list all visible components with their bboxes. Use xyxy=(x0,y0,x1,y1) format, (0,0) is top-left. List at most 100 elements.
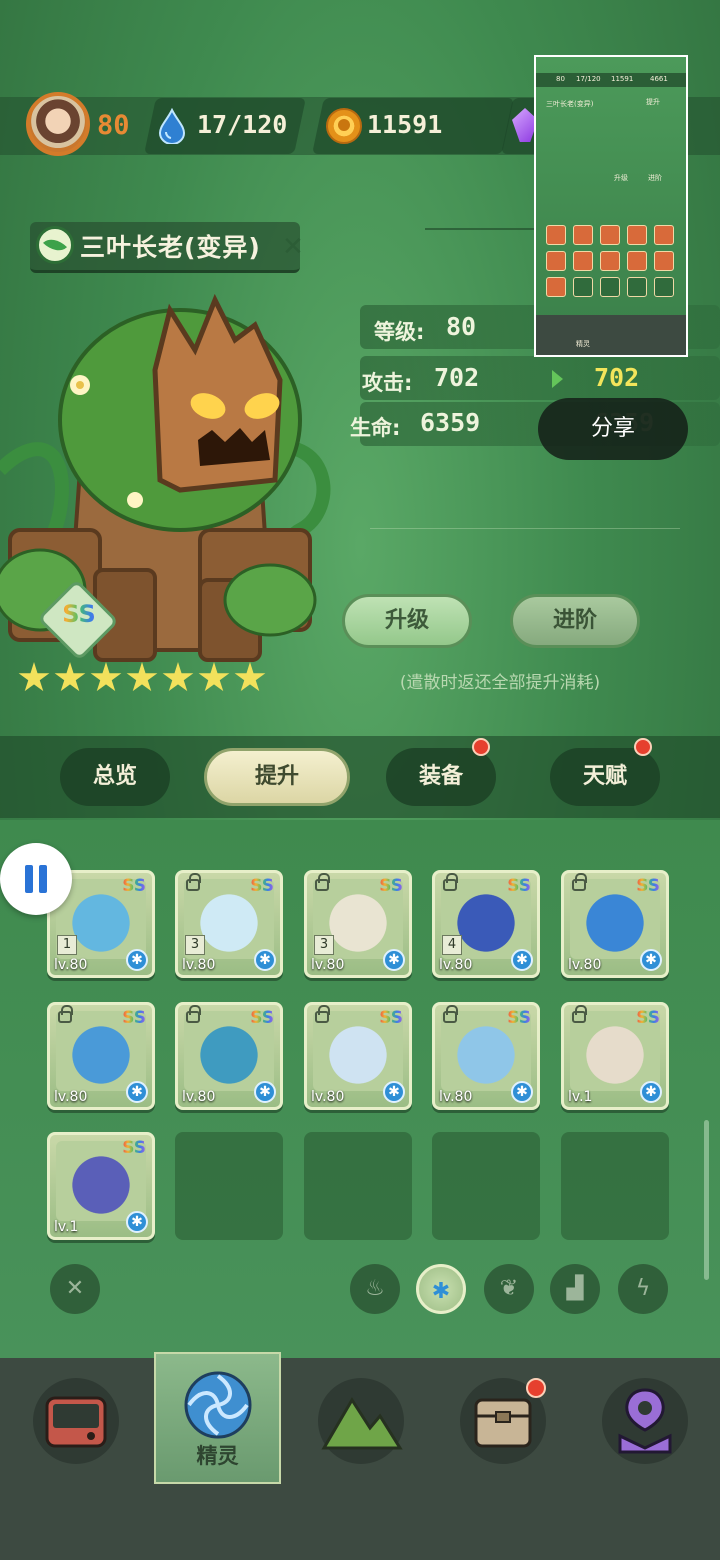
card-level: lv.80 xyxy=(439,1089,473,1105)
nav-device[interactable] xyxy=(33,1378,119,1464)
snowflake-icon: ✱ xyxy=(126,1211,148,1233)
decor-line xyxy=(425,228,545,240)
card-level: lv.80 xyxy=(54,957,88,973)
card-count: 3 xyxy=(314,935,334,955)
preview-nav-label: 精灵 xyxy=(576,340,590,348)
card-rarity: SS xyxy=(122,876,146,896)
advance-button[interactable]: 进阶 xyxy=(510,594,640,648)
snowflake-icon: ✱ xyxy=(126,949,148,971)
tab-equipment[interactable]: 装备 xyxy=(386,748,496,806)
creature-name: 三叶长老(变异) xyxy=(80,233,261,262)
screenshot-preview[interactable]: 80 17/120 11591 4661 三叶长老(变异) 提升 升级 进阶 精… xyxy=(534,55,688,357)
snowflake-icon: ✱ xyxy=(126,1081,148,1103)
snowflake-icon: ✱ xyxy=(254,949,276,971)
nav-spirit[interactable] xyxy=(175,1362,261,1448)
map-pin-icon xyxy=(618,1388,672,1454)
leaf-icon: ❦ xyxy=(499,1276,519,1301)
card-level: lv.80 xyxy=(54,1089,88,1105)
tab-upgrade[interactable]: 提升 xyxy=(204,748,350,806)
card-level: lv.1 xyxy=(54,1219,79,1235)
tab-overview[interactable]: 总览 xyxy=(60,748,170,806)
creature-card[interactable]: SS lv.80 ✱ xyxy=(47,1002,155,1110)
preview-stamina: 17/120 xyxy=(576,75,601,83)
close-icon: ✕ xyxy=(65,1276,85,1301)
card-rarity: SS xyxy=(250,876,274,896)
preview-card xyxy=(600,225,620,245)
grid-scrollbar[interactable] xyxy=(704,1120,709,1280)
water-drop-icon xyxy=(158,108,186,144)
card-level: lv.80 xyxy=(182,1089,216,1105)
creature-card[interactable]: SS lv.1 ✱ xyxy=(47,1132,155,1240)
card-level: lv.1 xyxy=(568,1089,593,1105)
divider xyxy=(370,528,680,529)
preview-card xyxy=(546,277,566,297)
lock-icon xyxy=(572,873,587,891)
nav-mountain[interactable] xyxy=(318,1378,404,1464)
level-value: 80 xyxy=(446,312,477,341)
snowflake-icon: ✱ xyxy=(383,1081,405,1103)
fire-icon: ♨ xyxy=(365,1276,385,1301)
preview-card xyxy=(627,277,647,297)
stamina-value: 17/120 xyxy=(197,110,288,139)
card-count: 1 xyxy=(57,935,77,955)
empty-slot xyxy=(304,1132,412,1240)
pause-icon xyxy=(25,865,33,893)
card-rarity: SS xyxy=(379,876,403,896)
preview-card xyxy=(600,251,620,271)
card-rarity: SS xyxy=(636,1008,660,1028)
coin-value: 11591 xyxy=(367,110,443,139)
clear-filter-button[interactable]: ✕ xyxy=(50,1264,100,1314)
hp-value: 6359 xyxy=(420,408,481,437)
mountain-icon xyxy=(321,1397,403,1450)
card-level: lv.80 xyxy=(568,957,602,973)
card-rarity: SS xyxy=(507,876,531,896)
card-rarity: SS xyxy=(250,1008,274,1028)
filter-fire[interactable]: ♨ xyxy=(350,1264,400,1314)
earth-icon: ▟ xyxy=(566,1276,584,1301)
card-level: lv.80 xyxy=(439,957,473,973)
player-avatar[interactable] xyxy=(26,92,90,156)
card-rarity: SS xyxy=(122,1138,146,1158)
creature-card[interactable]: SS lv.80 ✱ xyxy=(175,1002,283,1110)
tab-talent[interactable]: 天赋 xyxy=(550,748,660,806)
lock-icon xyxy=(58,1005,73,1023)
level-label: 等级: xyxy=(374,320,425,344)
pause-button[interactable] xyxy=(0,843,72,915)
filter-lightning[interactable]: ϟ xyxy=(618,1264,668,1314)
lock-icon xyxy=(315,1005,330,1023)
creature-card[interactable]: SS 3 lv.80 ✱ xyxy=(175,870,283,978)
attack-label: 攻击: xyxy=(362,371,413,395)
creature-card[interactable]: SS lv.80 ✱ xyxy=(304,1002,412,1110)
pause-icon-bar xyxy=(39,865,47,893)
snowflake-icon: ✱ xyxy=(511,949,533,971)
preview-card xyxy=(546,225,566,245)
coin-icon xyxy=(326,108,362,144)
nav-spirit-label: 精灵 xyxy=(196,1444,239,1468)
upgrade-button[interactable]: 升级 xyxy=(342,594,472,648)
preview-card xyxy=(600,277,620,297)
preview-card xyxy=(573,225,593,245)
snowflake-icon: ✱ xyxy=(640,949,662,971)
creature-card[interactable]: SS lv.1 ✱ xyxy=(561,1002,669,1110)
device-icon xyxy=(45,1396,107,1448)
star-icon xyxy=(18,662,50,692)
lightning-icon: ϟ xyxy=(635,1276,651,1301)
card-level: lv.80 xyxy=(182,957,216,973)
creature-card[interactable]: SS lv.80 ✱ xyxy=(561,870,669,978)
bag-badge xyxy=(526,1378,546,1398)
lock-icon xyxy=(315,873,330,891)
creature-card[interactable]: SS lv.80 ✱ xyxy=(432,1002,540,1110)
preview-nav xyxy=(536,315,686,355)
leaf-element-icon xyxy=(36,226,74,264)
preview-level: 80 xyxy=(556,75,565,83)
empty-slot xyxy=(175,1132,283,1240)
filter-earth[interactable]: ▟ xyxy=(550,1264,600,1314)
nav-map[interactable] xyxy=(602,1378,688,1464)
filter-leaf[interactable]: ❦ xyxy=(484,1264,534,1314)
preview-card xyxy=(654,277,674,297)
preview-card xyxy=(627,225,647,245)
share-button[interactable]: 分享 xyxy=(538,398,688,460)
filter-ice[interactable]: ✱ xyxy=(416,1264,466,1314)
creature-card[interactable]: SS 3 lv.80 ✱ xyxy=(304,870,412,978)
creature-card[interactable]: SS 4 lv.80 ✱ xyxy=(432,870,540,978)
